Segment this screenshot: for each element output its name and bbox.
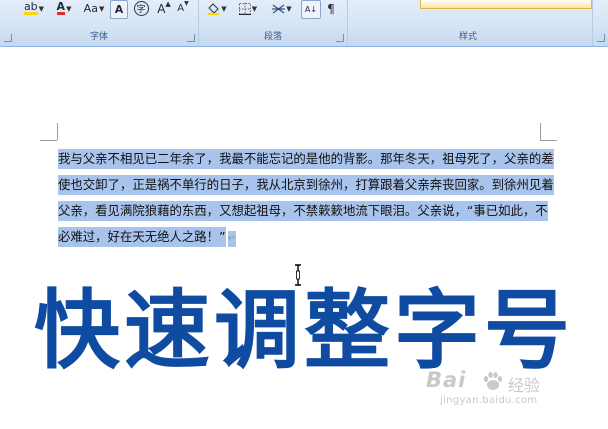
baidu-paw-icon	[483, 372, 503, 390]
selected-text[interactable]: 我与父亲不相见已二年余了，我最不能忘记的是他的背影。那年冬天，祖母死了，父亲的差	[58, 149, 554, 169]
paragraph-group: ▼ ▼ ▼ A↓ ¶ 段落	[199, 0, 348, 46]
grow-arrow-icon: ▲	[165, 0, 171, 8]
chinese-layout-button[interactable]: ▼	[269, 0, 295, 17]
grow-font-icon: A	[157, 1, 166, 16]
chevron-down-icon[interactable]: ▼	[99, 5, 104, 13]
grow-font-button[interactable]: A ▲	[156, 0, 172, 17]
chevron-down-icon[interactable]: ▼	[66, 5, 71, 13]
shrink-font-icon: A	[177, 3, 185, 14]
enclose-characters-icon: 字	[133, 1, 149, 16]
paragraph-mark-icon: ↵	[227, 231, 236, 247]
crop-mark	[540, 140, 557, 141]
chinese-layout-icon	[272, 3, 286, 14]
shading-button[interactable]: ▼	[205, 0, 229, 17]
text-line: 父亲，看见满院狼藉的东西，又想起祖母，不禁簌簌地流下眼泪。父亲说，“事已如此，不	[58, 198, 548, 224]
text-line: 我与父亲不相见已二年余了，我最不能忘记的是他的背影。那年冬天，祖母死了，父亲的差	[58, 146, 554, 172]
enclose-characters-button[interactable]: 字	[132, 0, 150, 17]
borders-button[interactable]: ▼	[235, 0, 261, 17]
styles-dialog-launcher-icon[interactable]	[597, 34, 605, 42]
character-border-button[interactable]: A	[110, 0, 128, 19]
paragraph-mark-icon: ¶	[327, 1, 335, 16]
chevron-down-icon[interactable]: ▼	[39, 5, 44, 13]
paragraph-dialog-launcher-icon[interactable]	[336, 34, 344, 42]
text-highlight-button[interactable]: ab ▼	[22, 0, 46, 17]
styles-gallery[interactable]	[420, 0, 592, 9]
crop-mark	[40, 140, 57, 141]
font-group-label: 字体	[89, 32, 108, 42]
crop-mark	[57, 123, 58, 140]
paint-bucket-icon	[208, 3, 220, 15]
highlighter-icon: ab	[23, 0, 38, 15]
sort-button[interactable]: A↓	[301, 0, 321, 19]
styles-group-label: 样式	[458, 32, 477, 42]
crop-mark	[540, 123, 541, 140]
watermark-url: jingyan.baidu.com	[440, 395, 538, 406]
chevron-down-icon[interactable]: ▼	[221, 5, 226, 13]
chevron-down-icon[interactable]: ▼	[286, 5, 291, 13]
overlay-title: 快速调整字号	[34, 281, 574, 381]
chevron-down-icon[interactable]: ▼	[252, 5, 257, 13]
selected-text[interactable]: 父亲，看见满院狼藉的东西，又想起祖母，不禁簌簌地流下眼泪。父亲说，“事已如此，不	[58, 201, 548, 221]
character-border-icon: A	[114, 3, 124, 16]
ribbon: ab ▼ A ▼ Aa ▼ A 字 A ▲ A ▼ 字体 ▼ ▼ ▼ A↓ ¶ …	[0, 0, 608, 47]
ribbon-divider	[592, 0, 593, 46]
show-hide-marks-button[interactable]: ¶	[323, 0, 339, 17]
watermark-brand: Bai	[426, 368, 467, 392]
shrink-font-button[interactable]: A ▼	[175, 0, 191, 17]
font-color-icon: A	[56, 0, 66, 15]
change-case-icon: Aa	[83, 2, 98, 15]
borders-icon	[238, 2, 251, 15]
watermark-brand-cn: 经验	[508, 376, 541, 395]
text-line: 必难过，好在天无绝人之路！” ↵	[58, 224, 548, 250]
baidu-watermark: Bai 经验 jingyan.baidu.com	[426, 368, 576, 412]
selected-paragraph[interactable]: 我与父亲不相见已二年余了，我最不能忘记的是他的背影。那年冬天，祖母死了，父亲的差…	[58, 146, 554, 250]
selected-text[interactable]: 必难过，好在天无绝人之路！”	[58, 227, 226, 247]
text-line: 使也交卸了，正是祸不单行的日子，我从北京到徐州，打算跟着父亲奔丧回家。到徐州见着	[58, 172, 554, 198]
sort-icon: A↓	[304, 5, 318, 14]
change-case-button[interactable]: Aa ▼	[82, 0, 106, 17]
font-dialog-launcher-icon[interactable]	[187, 34, 195, 42]
shrink-arrow-icon: ▼	[184, 0, 189, 7]
font-color-button[interactable]: A ▼	[52, 0, 76, 17]
clipboard-dialog-launcher-icon[interactable]	[4, 34, 12, 42]
paragraph-group-label: 段落	[263, 32, 282, 42]
selected-text[interactable]: 使也交卸了，正是祸不单行的日子，我从北京到徐州，打算跟着父亲奔丧回家。到徐州见着	[58, 175, 554, 195]
font-group: ab ▼ A ▼ Aa ▼ A 字 A ▲ A ▼ 字体	[0, 0, 199, 46]
